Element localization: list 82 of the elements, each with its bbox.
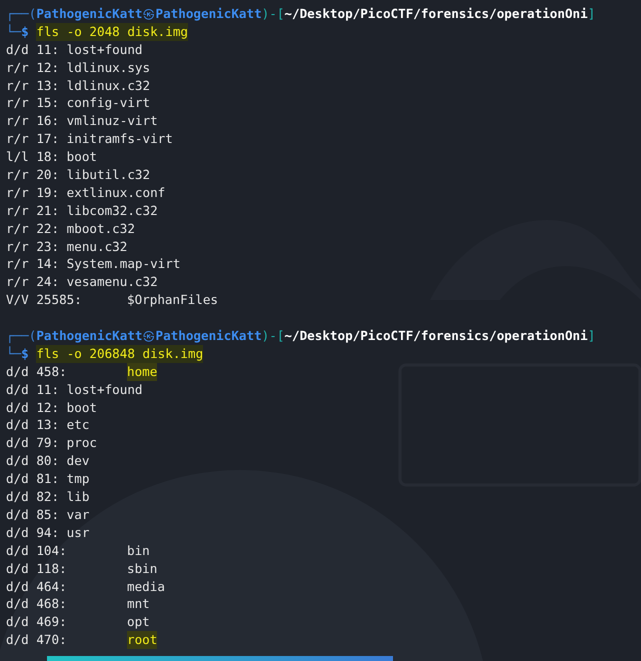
prompt-user: PathogenicKatt bbox=[36, 5, 142, 23]
entry-name: home bbox=[127, 362, 158, 381]
entry-type-inode: l/l 18: bbox=[6, 148, 60, 166]
prompt-path: ~/Desktop/PicoCTF/forensics/operationOni bbox=[284, 327, 588, 345]
prompt-corner: ┌──( bbox=[6, 327, 36, 345]
entry-type-inode: d/d 468: bbox=[6, 595, 68, 614]
entry-name: root bbox=[127, 631, 158, 650]
entry-name: mboot.c32 bbox=[66, 220, 135, 238]
entry-type-inode: r/r 24: bbox=[6, 273, 60, 292]
entry-type-inode: d/d 104: bbox=[6, 542, 68, 560]
entry-type-inode: V/V 25585: bbox=[6, 291, 83, 310]
entry-name: libutil.c32 bbox=[66, 166, 150, 184]
entry-name: usr bbox=[66, 524, 90, 542]
entry-name: lost+found bbox=[66, 40, 142, 59]
entry-name: boot bbox=[66, 398, 98, 416]
entry-name: proc bbox=[66, 434, 98, 452]
prompt-host: PathogenicKatt bbox=[156, 327, 262, 345]
entry-type-inode: d/d 11: bbox=[6, 380, 60, 399]
prompt-user: PathogenicKatt bbox=[36, 327, 142, 345]
entry-type-inode: d/d 469: bbox=[6, 613, 68, 632]
entry-name: lib bbox=[66, 488, 90, 506]
entry-type-inode: d/d 11: bbox=[6, 40, 60, 59]
prompt-symbol: $ bbox=[21, 22, 29, 41]
entry-name: vmlinuz-virt bbox=[66, 112, 158, 130]
entry-type-inode: r/r 20: bbox=[6, 166, 60, 184]
entry-name: libcom32.c32 bbox=[66, 202, 158, 220]
entry-type-inode: r/r 17: bbox=[6, 130, 60, 148]
prompt-bracket: )-[ bbox=[262, 327, 284, 345]
entry-type-inode: d/d 80: bbox=[6, 452, 60, 470]
entry-type-inode: d/d 13: bbox=[6, 416, 60, 434]
prompt-separator: ㉿ bbox=[142, 327, 156, 345]
entry-name: config-virt bbox=[66, 94, 150, 112]
prompt-symbol: $ bbox=[21, 344, 29, 363]
entry-name: vesamenu.c32 bbox=[66, 273, 158, 292]
entry-name: initramfs-virt bbox=[66, 130, 173, 148]
entry-type-inode: r/r 22: bbox=[6, 220, 60, 238]
entry-type-inode: d/d 464: bbox=[6, 578, 68, 596]
command-text: fls -o 2048 disk.img bbox=[36, 22, 188, 41]
entry-name: boot bbox=[66, 148, 98, 166]
entry-type-inode: r/r 21: bbox=[6, 202, 60, 220]
entry-name: dev bbox=[66, 452, 90, 470]
entry-type-inode: d/d 470: bbox=[6, 631, 68, 650]
prompt-host: PathogenicKatt bbox=[156, 5, 262, 23]
command-text: fls -o 206848 disk.img bbox=[36, 344, 204, 363]
entry-name: $OrphanFiles bbox=[127, 291, 218, 310]
prompt-corner: └─ bbox=[6, 344, 22, 363]
entry-type-inode: d/d 82: bbox=[6, 488, 60, 506]
entry-type-inode: d/d 12: bbox=[6, 398, 60, 416]
prompt-bracket: ] bbox=[588, 5, 596, 23]
entry-type-inode: d/d 81: bbox=[6, 470, 60, 488]
entry-type-inode: r/r 19: bbox=[6, 184, 60, 202]
entry-name: lost+found bbox=[66, 380, 142, 399]
entry-name: ldlinux.c32 bbox=[66, 76, 150, 94]
entry-name: System.map-virt bbox=[66, 255, 180, 274]
entry-type-inode: d/d 458: bbox=[6, 362, 68, 381]
entry-name: sbin bbox=[127, 560, 158, 578]
entry-type-inode: r/r 14: bbox=[6, 255, 60, 274]
entry-type-inode: r/r 23: bbox=[6, 238, 60, 256]
entry-type-inode: d/d 85: bbox=[6, 506, 60, 524]
entry-type-inode: r/r 13: bbox=[6, 76, 60, 94]
prompt-separator: ㉿ bbox=[142, 5, 156, 23]
prompt-corner: ┌──( bbox=[6, 5, 36, 23]
entry-type-inode: d/d 94: bbox=[6, 524, 60, 542]
entry-name: mnt bbox=[127, 595, 150, 614]
entry-type-inode: r/r 12: bbox=[6, 58, 60, 77]
entry-type-inode: d/d 118: bbox=[6, 560, 68, 578]
entry-type-inode: r/r 16: bbox=[6, 112, 60, 130]
entry-type-inode: d/d 79: bbox=[6, 434, 60, 452]
entry-name: bin bbox=[127, 542, 150, 560]
prompt-corner: └─ bbox=[6, 22, 22, 41]
entry-name: opt bbox=[127, 613, 150, 632]
entry-name: extlinux.conf bbox=[66, 184, 166, 202]
prompt-bracket: )-[ bbox=[262, 5, 284, 23]
prompt-bracket: ] bbox=[588, 327, 596, 345]
entry-name: etc bbox=[66, 416, 90, 434]
entry-name: var bbox=[66, 506, 90, 524]
entry-name: tmp bbox=[66, 470, 90, 488]
entry-name: ldlinux.sys bbox=[66, 58, 150, 77]
entry-name: media bbox=[127, 578, 165, 596]
entry-name: menu.c32 bbox=[66, 238, 128, 256]
entry-type-inode: r/r 15: bbox=[6, 94, 60, 112]
prompt-path: ~/Desktop/PicoCTF/forensics/operationOni bbox=[284, 5, 588, 23]
